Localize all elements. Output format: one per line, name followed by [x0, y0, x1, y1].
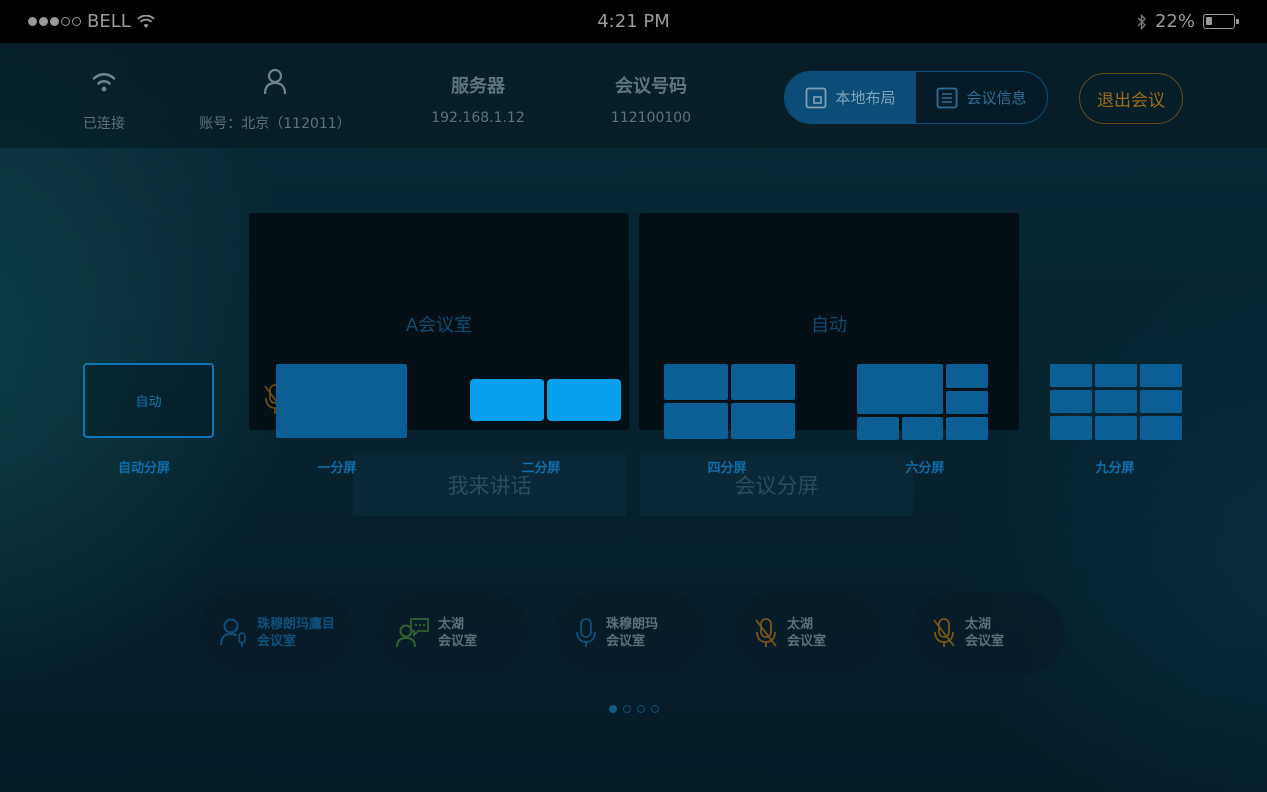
- wifi-status-text: 已连接: [83, 116, 125, 132]
- participant-name: 太湖 会议室: [787, 616, 826, 650]
- meeting-number-label: 会议号码: [615, 76, 687, 97]
- exit-meeting-button[interactable]: 退出会议: [1079, 73, 1183, 124]
- participant-card[interactable]: 太湖 会议室: [733, 592, 887, 674]
- participant-name-line1: 珠穆朗玛鷹目: [257, 617, 336, 632]
- participant-name-line1: 太湖: [438, 617, 465, 632]
- tab-local-layout-label: 本地布局: [835, 89, 896, 107]
- layout-icon: [806, 87, 827, 108]
- layout-six-tile: [946, 391, 988, 414]
- layout-caption-six: 六分屏: [905, 461, 945, 476]
- layout-one-tile: [276, 364, 407, 438]
- layout-nine-tile: [1095, 390, 1137, 413]
- page-dot-active[interactable]: [608, 705, 617, 713]
- battery-icon: [1203, 14, 1239, 29]
- bluetooth-icon: [1137, 13, 1146, 30]
- tab-meeting-info[interactable]: 会议信息: [916, 72, 1047, 123]
- account-info: 账号：北京（112011）: [175, 43, 375, 133]
- participant-name-line1: 太湖: [965, 617, 992, 632]
- layout-four-tile: [731, 403, 795, 439]
- server-value: 192.168.1.12: [431, 110, 525, 126]
- battery-area: 22%: [1137, 11, 1239, 32]
- layout-nine-tile: [1050, 364, 1092, 387]
- battery-fill: [1206, 17, 1212, 25]
- layout-two-tile-left: [470, 379, 544, 421]
- participant-name-line2: 会议室: [965, 634, 1005, 649]
- participant-name: 珠穆朗玛 会议室: [606, 616, 658, 650]
- layout-six-tile-main: [857, 364, 943, 414]
- status-bar: BELL 4:21 PM 22%: [0, 0, 1267, 43]
- layout-nine-tile: [1050, 416, 1092, 440]
- participant-name: 太湖 会议室: [438, 616, 477, 650]
- layout-nine-tile: [1140, 364, 1182, 387]
- page-dot[interactable]: [636, 705, 645, 713]
- user-chat-icon: [396, 618, 429, 648]
- layout-two-tile-right: [547, 379, 621, 421]
- mic-icon: [576, 618, 596, 647]
- layout-caption-auto: 自动分屏: [117, 461, 170, 476]
- participant-card[interactable]: 太湖 会议室: [911, 592, 1065, 674]
- participant-name: 珠穆朗玛鷹目 会议室: [257, 616, 335, 650]
- participant-card[interactable]: 太湖 会议室: [376, 592, 530, 674]
- server-label: 服务器: [451, 76, 505, 97]
- account-text: 账号：北京（112011）: [199, 116, 351, 132]
- layout-six-tile: [902, 417, 943, 440]
- participant-name-line2: 会议室: [257, 634, 297, 649]
- participant-name-line2: 会议室: [438, 634, 478, 649]
- participant-name-line2: 会议室: [787, 634, 827, 649]
- layout-option-auto[interactable]: 自动: [83, 363, 214, 438]
- layout-caption-two: 二分屏: [521, 461, 561, 476]
- status-time: 4:21 PM: [597, 11, 670, 32]
- tab-meeting-info-label: 会议信息: [966, 89, 1027, 107]
- info-bar: 已连接 账号：北京（112011） 服务器 192.168.1.12 会议号码 …: [0, 43, 1267, 148]
- participant-card[interactable]: 珠穆朗玛 会议室: [554, 592, 708, 674]
- server-info: 服务器 192.168.1.12: [378, 43, 578, 126]
- participant-name-line1: 太湖: [787, 617, 814, 632]
- layout-six-tile: [946, 364, 988, 388]
- participant-name-line1: 珠穆朗玛: [606, 617, 659, 632]
- layout-caption-nine: 九分屏: [1095, 461, 1135, 476]
- layout-four-tile: [664, 364, 728, 400]
- layout-nine-tile: [1095, 364, 1137, 387]
- user-mic-icon: [220, 618, 246, 647]
- page-dot[interactable]: [622, 705, 631, 713]
- page-indicator[interactable]: [0, 705, 1267, 713]
- meeting-number-info: 会议号码 112100100: [551, 43, 751, 126]
- participant-card[interactable]: 珠穆朗玛鷹目 会议室: [199, 592, 353, 674]
- mic-muted-icon: [933, 618, 955, 647]
- page-dot[interactable]: [650, 705, 659, 713]
- view-segment-control: 本地布局 会议信息: [784, 71, 1048, 124]
- wifi-icon: [92, 73, 116, 92]
- layout-nine-tile: [1140, 390, 1182, 413]
- list-icon: [937, 87, 958, 108]
- video-pane-auto-label: 自动: [811, 315, 847, 336]
- layout-four-tile: [731, 364, 795, 400]
- video-pane-a-label: A会议室: [405, 315, 473, 336]
- user-icon: [263, 68, 287, 95]
- participant-name-line2: 会议室: [606, 634, 646, 649]
- layout-six-tile: [857, 417, 899, 440]
- mic-muted-icon: [755, 618, 777, 647]
- layout-nine-tile: [1050, 390, 1092, 413]
- layout-caption-one: 一分屏: [317, 461, 357, 476]
- layout-six-tile: [946, 417, 988, 440]
- wifi-status: 已连接: [4, 43, 204, 133]
- participant-name: 太湖 会议室: [965, 616, 1004, 650]
- battery-percent: 22%: [1154, 11, 1195, 32]
- layout-nine-tile: [1095, 416, 1137, 440]
- meeting-number-value: 112100100: [610, 110, 692, 126]
- layout-nine-tile: [1140, 416, 1182, 440]
- layout-caption-four: 四分屏: [707, 461, 747, 476]
- layout-four-tile: [664, 403, 728, 439]
- tab-local-layout[interactable]: 本地布局: [785, 72, 916, 123]
